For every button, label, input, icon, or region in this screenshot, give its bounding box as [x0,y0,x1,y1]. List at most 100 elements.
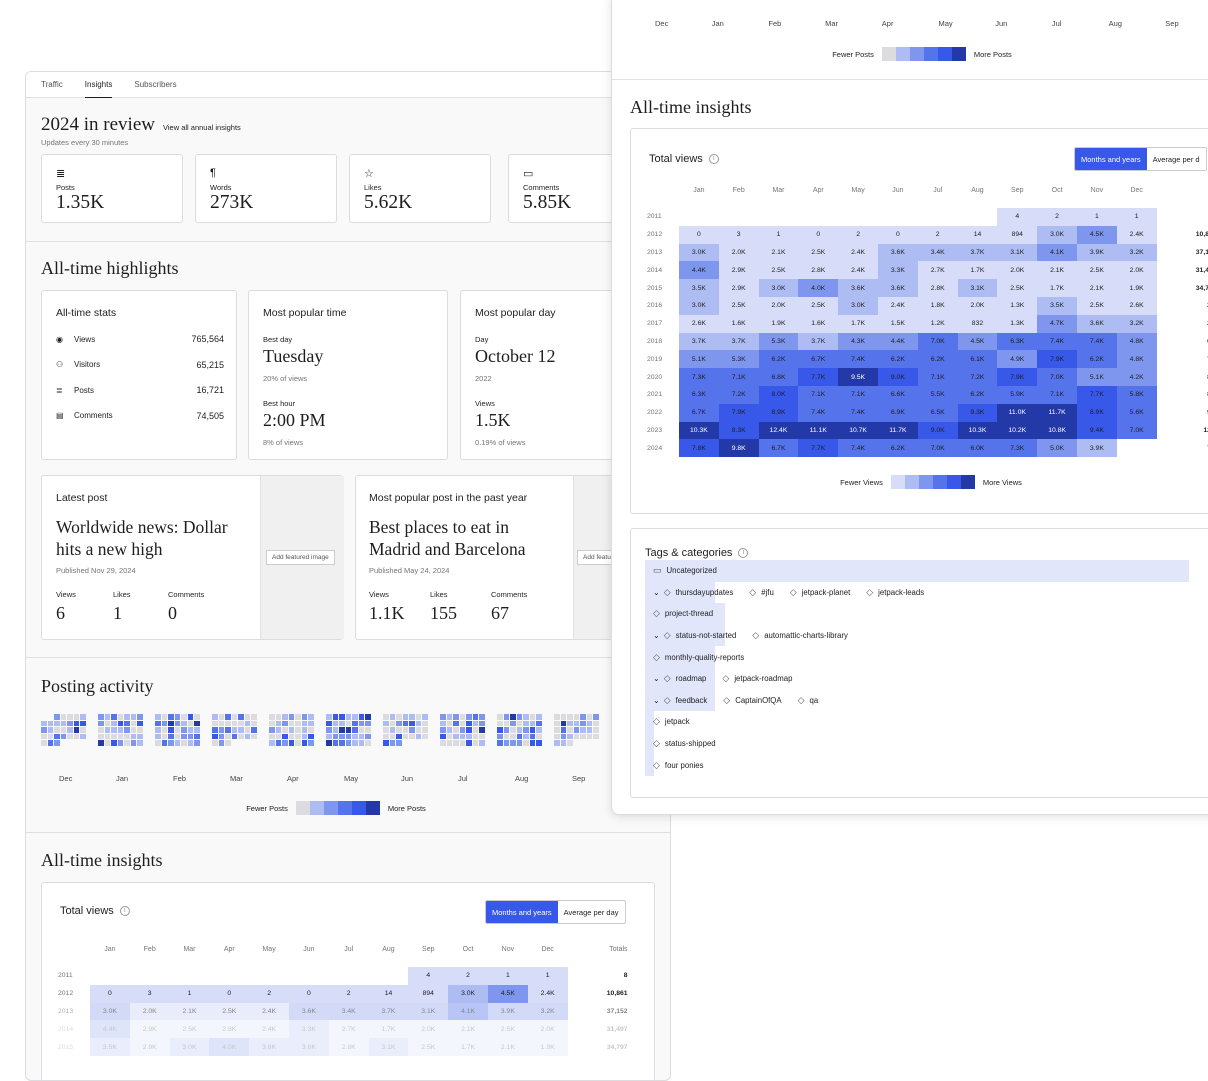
views-cell[interactable]: 1 [758,225,799,244]
views-cell[interactable] [170,967,210,985]
views-cell[interactable]: 6.7K [679,403,719,422]
view-all-insights-link[interactable]: View all annual insights [163,123,241,132]
views-cell[interactable]: 9.5K [838,368,878,386]
views-cell[interactable]: 3.6K [249,1038,289,1056]
views-cell[interactable]: 2.1K [758,243,799,262]
views-cell[interactable]: 1.2K [917,314,958,333]
views-cell[interactable]: 3.4K [328,1002,369,1021]
tag-row[interactable]: ▭ Uncategorized [645,560,1205,582]
views-cell[interactable] [878,208,918,226]
views-cell[interactable]: 5.6K [1116,403,1157,422]
views-cell[interactable]: 6.2K [957,385,998,404]
views-cell[interactable]: 3.6K [288,1038,329,1056]
views-cell[interactable]: 2.4K [877,296,918,315]
views-cell[interactable]: 2.8K [209,1020,250,1039]
views-cell[interactable]: 2.5K [408,1038,449,1056]
views-cell[interactable]: 4.3K [838,332,878,351]
views-cell[interactable]: 3.1K [997,243,1038,262]
views-cell[interactable]: 1.9K [1116,279,1157,297]
views-cell[interactable]: 2.1K [169,1002,210,1021]
views-cell[interactable]: 2.0K [718,243,759,262]
views-cell[interactable]: 3.0K [169,1038,210,1056]
views-cell[interactable]: 5.1K [1076,368,1117,386]
views-cell[interactable]: 3.3K [877,261,918,280]
views-cell[interactable]: 2.9K [718,261,759,280]
views-cell[interactable]: 7.7K [798,368,839,386]
views-cell[interactable]: 2.4K [1116,225,1157,244]
views-cell[interactable]: 2.9K [129,1020,170,1039]
chevron-down-icon[interactable]: ⌄ [653,631,660,640]
views-cell[interactable]: 3.9K [1076,243,1117,262]
views-cell[interactable]: 10.2K [997,421,1038,440]
views-cell[interactable]: 6.2K [1076,350,1117,369]
views-cell[interactable]: 7.0K [1037,368,1077,386]
views-cell[interactable] [679,208,719,226]
views-cell[interactable]: 2.0K [957,296,998,315]
views-cell[interactable]: 0 [679,225,719,244]
views-cell[interactable]: 2.0K [129,1002,170,1021]
views-cell[interactable]: 2.7K [917,261,958,280]
views-cell[interactable]: 1.7K [957,261,998,280]
tag-item[interactable]: ◇ jetpack [653,711,690,733]
views-cell[interactable]: 1 [1116,208,1157,226]
tab-traffic[interactable]: Traffic [41,72,63,98]
views-cell[interactable]: 0 [288,984,329,1003]
views-cell[interactable]: 2.5K [1076,296,1117,315]
chevron-down-icon[interactable]: ⌄ [653,696,660,705]
tab-insights[interactable]: Insights [84,72,113,98]
views-cell[interactable]: 3.6K [877,279,918,297]
views-cell[interactable]: 1.7K [448,1038,488,1056]
views-cell[interactable]: 9.3K [957,403,998,422]
views-cell[interactable]: 4.5K [487,984,528,1003]
views-cell[interactable]: 2.1K [487,1038,528,1056]
views-cell[interactable]: 0 [209,984,250,1003]
tag-row[interactable]: ◇ four ponies [645,754,1205,776]
views-cell[interactable]: 4.9K [997,350,1038,369]
views-cell[interactable]: 2 [249,984,289,1003]
views-cell[interactable]: 4 [997,208,1038,226]
views-cell[interactable] [1117,439,1157,457]
views-cell[interactable]: 8.0K [758,385,799,404]
views-cell[interactable]: 7.0K [917,439,958,458]
views-cell[interactable] [329,967,369,985]
views-cell[interactable] [798,208,838,226]
views-cell[interactable]: 7.8K [679,439,719,458]
views-cell[interactable]: 3 [129,984,170,1003]
views-cell[interactable]: 4.5K [1076,225,1117,244]
views-cell[interactable]: 6.2K [917,350,958,369]
views-cell[interactable]: 3.3K [288,1020,329,1039]
average-per-day-button[interactable]: Average per day [558,901,625,923]
views-cell[interactable]: 1.6K [718,314,759,333]
views-cell[interactable]: 9.4K [1076,421,1117,440]
views-cell[interactable]: 3.6K [1076,314,1117,333]
views-cell[interactable]: 2 [917,225,958,244]
views-cell[interactable]: 2.5K [758,261,799,280]
views-cell[interactable]: 10.3K [679,421,719,440]
views-cell[interactable]: 7.7K [798,439,839,458]
views-cell[interactable]: 4.8K [1116,332,1157,351]
views-cell[interactable]: 4.7K [1037,314,1077,333]
views-cell[interactable]: 3.5K [679,279,719,297]
info-icon[interactable]: i [708,154,719,165]
views-cell[interactable]: 7.3K [997,439,1038,458]
views-cell[interactable]: 1.9K [758,314,799,333]
views-cell[interactable]: 14 [368,984,409,1003]
views-cell[interactable]: 2.9K [129,1038,170,1056]
views-cell[interactable]: 2.5K [1076,261,1117,280]
tag-row[interactable]: ⌄ ◇ thursdayupdates ◇ #jfu ◇ jetpack-planet ◇ je… [645,581,1205,604]
views-cell[interactable]: 3.2K [527,1002,568,1021]
views-cell[interactable]: 6.7K [798,350,839,369]
views-cell[interactable]: 2.4K [249,1020,289,1039]
views-cell[interactable] [838,208,878,226]
views-cell[interactable]: 7.4K [838,439,878,458]
chevron-down-icon[interactable]: ⌄ [653,674,660,683]
views-cell[interactable]: 5.9K [997,385,1038,404]
views-cell[interactable]: 7.4K [838,350,878,369]
views-cell[interactable]: 2.5K [487,1020,528,1039]
tag-item[interactable]: ▭ Uncategorized [653,560,717,582]
info-icon[interactable]: i [119,906,130,917]
views-cell[interactable]: 6.2K [758,350,799,369]
views-cell[interactable]: 4.0K [798,279,839,297]
tag-item[interactable]: ◇ jetpack-planet [790,582,850,604]
views-cell[interactable]: 3.1K [368,1038,409,1056]
